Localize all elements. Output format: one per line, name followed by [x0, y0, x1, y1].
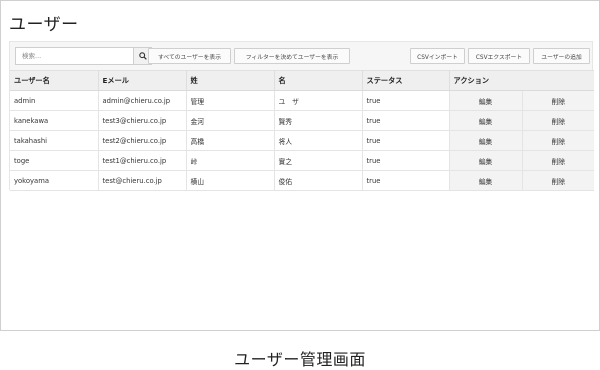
- show-filtered-users-button[interactable]: フィルターを決めてユーザーを表示: [234, 48, 350, 64]
- table-row: takahashi test2@chieru.co.jp 高橋 将人 true …: [10, 130, 595, 151]
- screen-caption: ユーザー管理画面: [234, 350, 366, 369]
- cell-last-name: 峠: [186, 150, 275, 171]
- column-header-username: ユーザー名: [10, 70, 99, 91]
- cell-username: takahashi: [10, 130, 99, 151]
- cell-status: true: [362, 110, 450, 131]
- show-all-users-button[interactable]: すべてのユーザーを表示: [148, 48, 231, 64]
- column-header-status: ステータス: [362, 70, 450, 91]
- column-header-actions: アクション: [449, 70, 595, 91]
- csv-import-button[interactable]: CSVインポート: [410, 48, 465, 64]
- cell-status: true: [362, 130, 450, 151]
- cell-email: test3@chieru.co.jp: [98, 110, 187, 131]
- users-panel: すべてのユーザーを表示 フィルターを決めてユーザーを表示 CSVインポート CS…: [9, 41, 595, 191]
- cell-first-name: 将人: [274, 130, 363, 151]
- cell-last-name: 高橋: [186, 130, 275, 151]
- edit-button[interactable]: 編集: [449, 130, 523, 151]
- cell-first-name: 賢秀: [274, 110, 363, 131]
- search-icon: [138, 52, 147, 60]
- page-title: ユーザー: [9, 15, 79, 35]
- toolbar: すべてのユーザーを表示 フィルターを決めてユーザーを表示 CSVインポート CS…: [10, 42, 592, 70]
- table-row: admin admin@chieru.co.jp 管理 ユ ザ true 編集 …: [10, 90, 595, 111]
- cell-first-name: ユ ザ: [274, 90, 363, 111]
- cell-last-name: 横山: [186, 170, 275, 191]
- delete-button[interactable]: 削除: [522, 150, 595, 171]
- cell-username: kanekawa: [10, 110, 99, 131]
- edit-button[interactable]: 編集: [449, 110, 523, 131]
- cell-username: toge: [10, 150, 99, 171]
- table-row: toge test1@chieru.co.jp 峠 實之 true 編集 削除: [10, 150, 595, 171]
- table-row: kanekawa test3@chieru.co.jp 金河 賢秀 true 編…: [10, 110, 595, 131]
- app-window: ユーザー すべてのユーザーを表示 フィルターを決めてユーザーを表示 CSVインポ…: [0, 0, 600, 331]
- column-header-last-name: 姓: [186, 70, 275, 91]
- delete-button[interactable]: 削除: [522, 170, 595, 191]
- cell-username: admin: [10, 90, 99, 111]
- edit-button[interactable]: 編集: [449, 90, 523, 111]
- cell-email: test@chieru.co.jp: [98, 170, 187, 191]
- table-header-row: ユーザー名 Eメール 姓 名 ステータス アクション: [10, 70, 595, 91]
- users-table: ユーザー名 Eメール 姓 名 ステータス アクション admin admin@c…: [10, 70, 595, 191]
- edit-button[interactable]: 編集: [449, 170, 523, 191]
- cell-email: test2@chieru.co.jp: [98, 130, 187, 151]
- cell-email: admin@chieru.co.jp: [98, 90, 187, 111]
- cell-status: true: [362, 90, 450, 111]
- column-header-first-name: 名: [274, 70, 363, 91]
- column-header-email: Eメール: [98, 70, 187, 91]
- csv-export-button[interactable]: CSVエクスポート: [468, 48, 530, 64]
- delete-button[interactable]: 削除: [522, 130, 595, 151]
- cell-email: test1@chieru.co.jp: [98, 150, 187, 171]
- edit-button[interactable]: 編集: [449, 150, 523, 171]
- cell-status: true: [362, 150, 450, 171]
- delete-button[interactable]: 削除: [522, 90, 595, 111]
- cell-status: true: [362, 170, 450, 191]
- cell-first-name: 實之: [274, 150, 363, 171]
- cell-username: yokoyama: [10, 170, 99, 191]
- add-user-button[interactable]: ユーザーの追加: [533, 48, 590, 64]
- table-row: yokoyama test@chieru.co.jp 横山 俊佑 true 編集…: [10, 170, 595, 191]
- delete-button[interactable]: 削除: [522, 110, 595, 131]
- cell-last-name: 管理: [186, 90, 275, 111]
- cell-last-name: 金河: [186, 110, 275, 131]
- search-input[interactable]: [15, 47, 133, 65]
- cell-first-name: 俊佑: [274, 170, 363, 191]
